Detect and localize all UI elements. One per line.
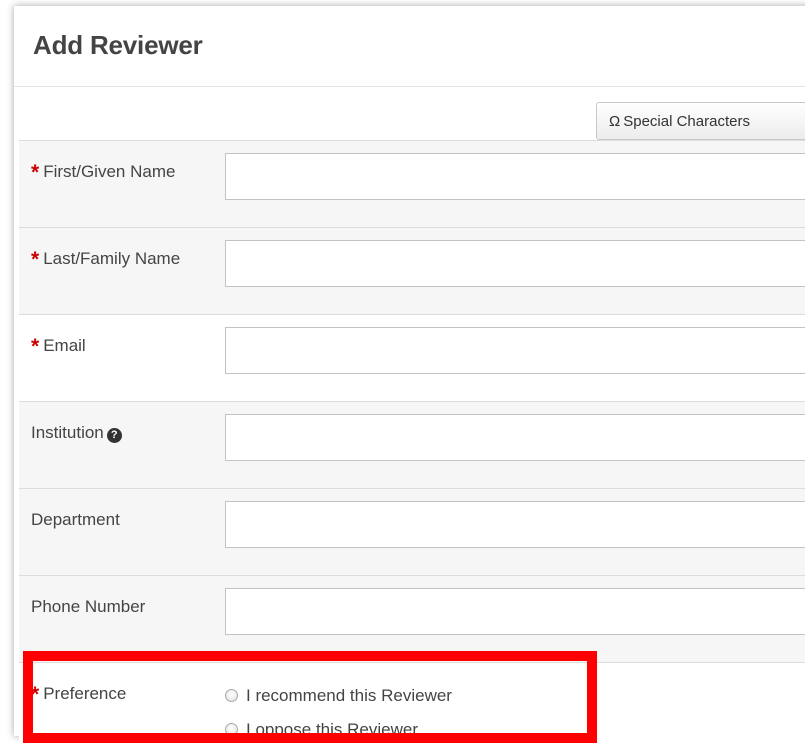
last-name-input[interactable] — [225, 240, 805, 287]
required-marker: * — [31, 683, 40, 706]
last-name-row: * Last/Family Name — [19, 228, 805, 315]
phone-label: Phone Number — [31, 597, 146, 616]
radio-oppose[interactable]: I oppose this Reviewer — [225, 718, 418, 742]
radio-recommend-label: I recommend this Reviewer — [246, 686, 452, 705]
required-marker: * — [31, 248, 40, 271]
dialog-header: Add Reviewer — [14, 6, 805, 87]
reviewer-form: * First/Given Name * Last/Family Name * Ema… — [19, 140, 805, 753]
radio-oppose-label: I oppose this Reviewer — [246, 720, 418, 739]
radio-recommend[interactable]: I recommend this Reviewer — [225, 684, 452, 708]
first-name-row: * First/Given Name — [19, 141, 805, 228]
department-row: Department — [19, 489, 805, 576]
radio-button-icon[interactable] — [225, 689, 238, 702]
required-marker: * — [31, 161, 40, 184]
special-characters-label: Special Characters — [623, 112, 750, 130]
last-name-label: * Last/Family Name — [31, 248, 181, 271]
radio-button-icon[interactable] — [225, 723, 238, 736]
help-icon[interactable]: ? — [106, 428, 122, 443]
first-name-label: * First/Given Name — [31, 161, 176, 184]
special-characters-button[interactable]: Ω Special Characters — [596, 102, 805, 140]
institution-row: Institution? — [19, 402, 805, 489]
preference-row: * Preference I recommend this Reviewer I … — [19, 663, 805, 753]
omega-icon: Ω — [609, 112, 621, 130]
required-marker: * — [31, 335, 40, 358]
email-input[interactable] — [225, 327, 805, 374]
department-input[interactable] — [225, 501, 805, 548]
email-row: * Email — [19, 315, 805, 402]
first-name-input[interactable] — [225, 153, 805, 200]
institution-input[interactable] — [225, 414, 805, 461]
preference-label: * Preference — [31, 683, 127, 706]
department-label: Department — [31, 510, 120, 529]
phone-input[interactable] — [225, 588, 805, 635]
phone-row: Phone Number — [19, 576, 805, 663]
institution-label: Institution? — [31, 420, 206, 446]
email-label: * Email — [31, 335, 86, 358]
dialog-title: Add Reviewer — [33, 30, 203, 60]
